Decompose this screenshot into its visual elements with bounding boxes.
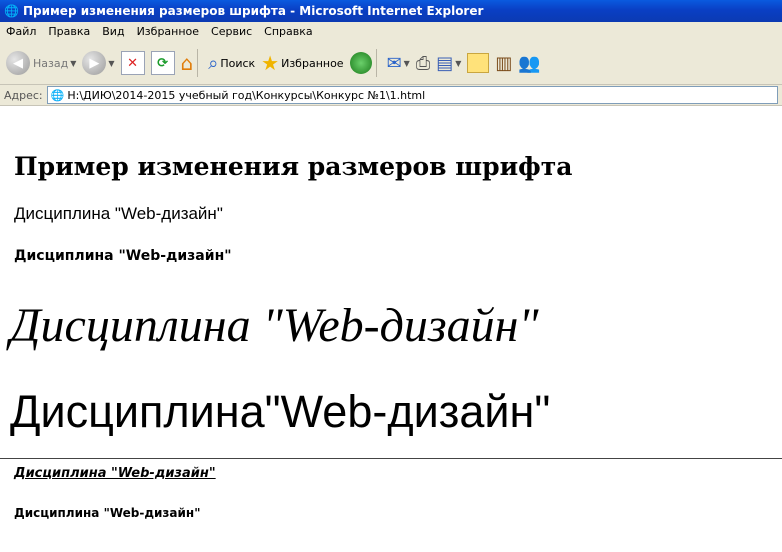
edit-button[interactable]: ▤ ▼	[436, 53, 461, 74]
books-icon: ▥	[495, 52, 513, 74]
home-icon: ⌂	[180, 51, 194, 75]
menu-bar: Файл Правка Вид Избранное Сервис Справка	[0, 22, 782, 43]
search-icon: ⌕	[208, 52, 219, 74]
menu-favorites[interactable]: Избранное	[131, 22, 205, 42]
printer-icon: ⎙	[415, 52, 431, 74]
research-button[interactable]: ▥	[495, 53, 512, 74]
stop-button[interactable]: ✕	[120, 51, 145, 75]
forward-arrow-icon: ▶	[82, 51, 107, 75]
refresh-icon: ⟳	[150, 51, 175, 75]
search-label: Поиск	[220, 56, 256, 70]
home-button[interactable]: ⌂	[181, 51, 194, 75]
page-heading: Пример изменения размеров шрифта	[14, 152, 573, 181]
history-button[interactable]	[349, 52, 372, 74]
chevron-down-icon: ▼	[403, 58, 410, 68]
menu-tools[interactable]: Сервис	[205, 22, 258, 42]
chevron-down-icon: ▼	[108, 58, 115, 68]
chevron-down-icon: ▼	[455, 58, 462, 68]
favorites-button[interactable]: ★ Избранное	[261, 51, 343, 75]
window-title: Пример изменения размеров шрифта - Micro…	[22, 4, 484, 18]
note-icon	[467, 53, 490, 73]
menu-edit[interactable]: Правка	[42, 22, 96, 42]
address-label: Адрес:	[4, 88, 43, 102]
text-line-4: Дисциплина"Web-дизайн"	[10, 386, 551, 437]
edit-icon: ▤	[436, 52, 454, 74]
ie-icon: 🌐	[4, 4, 19, 18]
toolbar-separator	[375, 49, 377, 77]
menu-file[interactable]: Файл	[0, 22, 42, 42]
text-line-6: Дисциплина "Web-дизайн"	[14, 506, 201, 520]
history-icon	[349, 52, 372, 74]
menu-view[interactable]: Вид	[96, 22, 130, 42]
toolbar-separator	[197, 49, 199, 77]
address-bar: Адрес: 🌐 H:\ДИЮ\2014-2015 учебный год\Ко…	[0, 85, 782, 106]
toolbar: ◀ Назад ▼ ▶ ▼ ✕ ⟳ ⌂ ⌕ Поиск ★ Избранное	[0, 42, 782, 85]
favorites-label: Избранное	[281, 56, 344, 70]
star-icon: ★	[261, 51, 280, 75]
back-button[interactable]: ◀ Назад ▼	[6, 51, 76, 75]
stop-icon: ✕	[120, 51, 145, 75]
browser-window: 🌐 Пример изменения размеров шрифта - Mic…	[0, 0, 782, 552]
refresh-button[interactable]: ⟳	[150, 51, 175, 75]
back-label: Назад	[33, 56, 69, 70]
discuss-button[interactable]	[467, 53, 490, 73]
menu-help[interactable]: Справка	[258, 22, 318, 42]
address-input[interactable]: 🌐 H:\ДИЮ\2014-2015 учебный год\Конкурсы\…	[46, 86, 778, 104]
title-bar: 🌐 Пример изменения размеров шрифта - Mic…	[0, 0, 782, 22]
text-line-2: Дисциплина "Web-дизайн"	[14, 248, 232, 264]
text-line-1: Дисциплина "Web-дизайн"	[14, 204, 223, 223]
search-button[interactable]: ⌕ Поиск	[208, 53, 255, 74]
forward-button[interactable]: ▶ ▼	[82, 51, 115, 75]
back-arrow-icon: ◀	[6, 51, 30, 75]
address-value: H:\ДИЮ\2014-2015 учебный год\Конкурсы\Ко…	[67, 88, 426, 102]
mail-button[interactable]: ✉ ▼	[387, 53, 410, 74]
page-content: Пример изменения размеров шрифта Дисципл…	[0, 106, 782, 552]
print-button[interactable]: ⎙	[416, 53, 430, 74]
text-line-5: Дисциплина "Web-дизайн"	[14, 466, 216, 481]
text-line-3: Дисциплина "Web-дизайн"	[10, 299, 539, 352]
messenger-icon: 👥	[518, 52, 541, 74]
messenger-button[interactable]: 👥	[518, 53, 540, 74]
horizontal-rule	[0, 458, 782, 459]
chevron-down-icon: ▼	[70, 58, 77, 68]
page-icon: 🌐	[50, 88, 65, 102]
mail-icon: ✉	[386, 52, 402, 74]
